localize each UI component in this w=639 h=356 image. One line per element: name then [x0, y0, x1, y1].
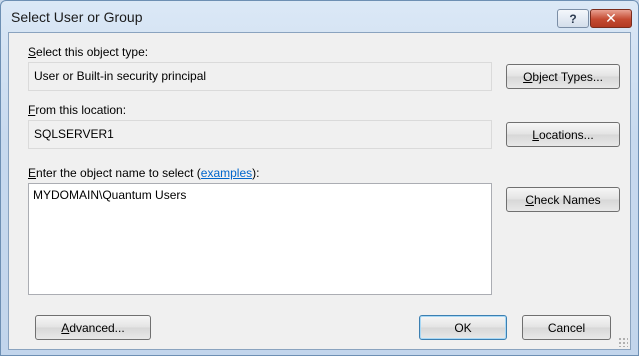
dialog-title: Select User or Group — [11, 9, 143, 25]
dialog-body: Select this object type: User or Built-i… — [8, 32, 631, 350]
ok-button[interactable]: OK — [419, 315, 507, 340]
help-button[interactable]: ? — [557, 9, 589, 28]
object-type-label: Select this object type: — [28, 45, 149, 59]
locations-button[interactable]: Locations... — [506, 122, 620, 147]
advanced-button[interactable]: Advanced... — [35, 315, 151, 340]
resize-grip[interactable] — [618, 337, 628, 347]
location-field: SQLSERVER1 — [28, 120, 492, 149]
title-bar[interactable]: Select User or Group ? ✕ — [1, 1, 638, 31]
object-type-field: User or Built-in security principal — [28, 62, 492, 91]
close-button[interactable]: ✕ — [590, 9, 632, 28]
object-types-button[interactable]: Object Types... — [506, 64, 620, 89]
cancel-button[interactable]: Cancel — [522, 315, 611, 340]
examples-link[interactable]: examples — [201, 166, 252, 180]
object-name-input[interactable]: MYDOMAIN\Quantum Users — [28, 183, 492, 295]
close-icon: ✕ — [605, 10, 617, 26]
check-names-button[interactable]: Check Names — [506, 187, 620, 212]
location-label: From this location: — [28, 103, 127, 117]
help-icon: ? — [569, 11, 577, 26]
select-user-or-group-dialog: Select User or Group ? ✕ Select this obj… — [0, 0, 639, 356]
object-name-label: Enter the object name to select (example… — [28, 166, 260, 180]
